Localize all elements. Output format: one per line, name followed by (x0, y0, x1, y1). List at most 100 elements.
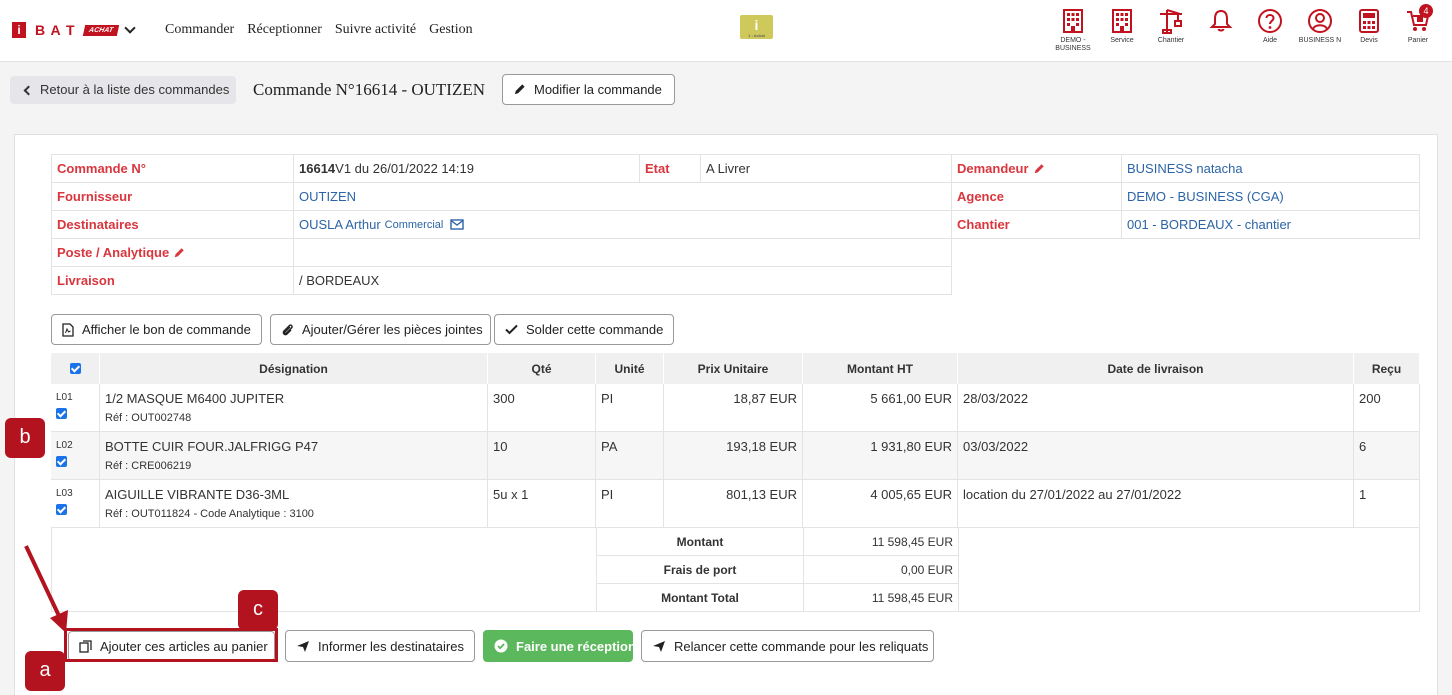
col-recu[interactable]: Reçu (1354, 353, 1420, 384)
info-label-poste: Poste / Analytique (51, 238, 294, 267)
montant-cell: 1 931,80 EUR (803, 432, 958, 479)
main-nav: Commander Réceptionner Suivre activité G… (165, 22, 473, 38)
total-label-montant: Montant (596, 527, 804, 556)
relaunch-order-button[interactable]: Relancer cette commande pour les reliqua… (641, 630, 934, 662)
crane-icon (1160, 9, 1182, 34)
line-cell: L02 (51, 432, 100, 479)
row-checkbox[interactable] (56, 504, 67, 515)
date-cell: 28/03/2022 (958, 384, 1354, 431)
info-value-fournisseur[interactable]: OUTIZEN (293, 182, 952, 211)
total-value-montant-total: 11 598,45 EUR (803, 583, 959, 612)
nav-commander[interactable]: Commander (165, 22, 234, 38)
top-icon-label: Aide (1262, 37, 1277, 44)
line-cell: L03 (51, 480, 100, 527)
chevron-left-icon (23, 85, 34, 96)
info-value-destinataires[interactable]: OUSLA Arthur Commercial (293, 210, 952, 239)
annotation-highlight-box (64, 628, 278, 662)
unite-cell: PA (596, 432, 664, 479)
top-icon-business-n[interactable]: BUSINESS N (1297, 8, 1343, 45)
col-designation[interactable]: Désignation (100, 353, 488, 384)
total-label-frais: Frais de port (596, 555, 804, 584)
send-icon (297, 640, 309, 652)
make-reception-button[interactable]: Faire une réception (483, 630, 636, 662)
info-label-fournisseur: Fournisseur (51, 182, 294, 211)
top-icon-chantier[interactable]: Chantier (1148, 8, 1194, 45)
logo-i: i (12, 22, 26, 38)
info-value-etat: A Livrer (700, 154, 952, 183)
pencil-icon[interactable] (173, 247, 185, 259)
app-logo[interactable]: i B A T ACHAT (12, 22, 136, 38)
paperclip-icon (282, 323, 293, 335)
total-label-montant-total: Montant Total (596, 583, 804, 612)
top-icon-label: Service (1110, 37, 1134, 44)
building-icon (1063, 9, 1083, 33)
total-value-frais: 0,00 EUR (803, 555, 959, 584)
top-icon-label: BUSINESS N (1298, 37, 1342, 44)
building-icon (1112, 9, 1132, 33)
close-order-button[interactable]: Solder cette commande (494, 314, 674, 345)
select-all-checkbox[interactable] (69, 363, 81, 374)
pencil-icon (514, 84, 525, 95)
check-icon (505, 324, 518, 335)
info-label-demandeur: Demandeur (951, 154, 1122, 183)
top-icon-aide[interactable]: Aide (1247, 8, 1293, 45)
info-badge-letter: i (754, 17, 759, 33)
top-icon-service[interactable]: Service (1099, 8, 1145, 45)
designation-cell: AIGUILLE VIBRANTE D36-3ML Réf : OUT011824… (100, 480, 488, 527)
top-icon-label: Panier (1407, 37, 1429, 44)
col-qte[interactable]: Qté (488, 353, 596, 384)
send-icon (653, 640, 665, 652)
top-icon-demo-business[interactable]: DEMO - BUSINESS (1050, 8, 1096, 53)
info-value-agence[interactable]: DEMO - BUSINESS (CGA) (1121, 182, 1420, 211)
top-icon-panier[interactable]: Panier 4 (1395, 4, 1441, 45)
info-badge[interactable]: i 1 : Achat (740, 15, 773, 39)
nav-suivre-activite[interactable]: Suivre activité (335, 22, 416, 38)
row-checkbox[interactable] (56, 408, 67, 419)
top-icon-notifications[interactable] (1198, 8, 1244, 37)
annotation-marker-c: c (238, 590, 278, 630)
prix-cell: 801,13 EUR (664, 480, 803, 527)
date-cell: 03/03/2022 (958, 432, 1354, 479)
top-icon-label: DEMO - BUSINESS (1055, 37, 1091, 52)
info-label-commande: Commande N° (51, 154, 294, 183)
info-value-chantier[interactable]: 001 - BORDEAUX - chantier (1121, 210, 1420, 239)
edit-order-button[interactable]: Modifier la commande (502, 74, 675, 105)
back-to-orders-button[interactable]: Retour à la liste des commandes (10, 76, 236, 104)
nav-receptionner[interactable]: Réceptionner (247, 22, 322, 38)
info-label-chantier: Chantier (951, 210, 1122, 239)
annotation-marker-b: b (5, 418, 45, 458)
pencil-icon[interactable] (1033, 163, 1045, 175)
montant-cell: 5 661,00 EUR (803, 384, 958, 431)
logo-achat: ACHAT (82, 24, 119, 36)
col-date-livraison[interactable]: Date de livraison (958, 353, 1354, 384)
info-label-livraison: Livraison (51, 266, 294, 295)
info-value-poste (293, 238, 952, 267)
prix-cell: 18,87 EUR (664, 384, 803, 431)
col-prix-unitaire[interactable]: Prix Unitaire (664, 353, 803, 384)
top-icon-devis[interactable]: Devis (1346, 8, 1392, 45)
bell-icon (1209, 9, 1233, 32)
recu-cell: 1 (1354, 480, 1420, 527)
totals-filler (958, 527, 1420, 612)
calculator-icon (1359, 9, 1379, 33)
show-order-form-button[interactable]: Afficher le bon de commande (51, 314, 262, 345)
info-label-destinataires: Destinataires (51, 210, 294, 239)
nav-gestion[interactable]: Gestion (429, 22, 473, 38)
unite-cell: PI (596, 480, 664, 527)
mail-icon[interactable] (450, 219, 465, 230)
col-montant-ht[interactable]: Montant HT (803, 353, 958, 384)
unite-cell: PI (596, 384, 664, 431)
info-value-demandeur[interactable]: BUSINESS natacha (1121, 154, 1420, 183)
attachments-button[interactable]: Ajouter/Gérer les pièces jointes (270, 314, 491, 345)
qte-cell: 10 (488, 432, 596, 479)
recu-cell: 200 (1354, 384, 1420, 431)
row-checkbox[interactable] (56, 456, 67, 467)
cart-count-badge: 4 (1419, 4, 1433, 18)
info-label-etat: Etat (639, 154, 701, 183)
back-label: Retour à la liste des commandes (40, 82, 230, 97)
select-all-checkbox-cell[interactable] (51, 353, 100, 384)
chevron-down-icon[interactable] (123, 22, 136, 34)
designation-cell: BOTTE CUIR FOUR.JALFRIGG P47 Réf : CRE006… (100, 432, 488, 479)
col-unite[interactable]: Unité (596, 353, 664, 384)
inform-recipients-button[interactable]: Informer les destinataires (285, 630, 475, 662)
